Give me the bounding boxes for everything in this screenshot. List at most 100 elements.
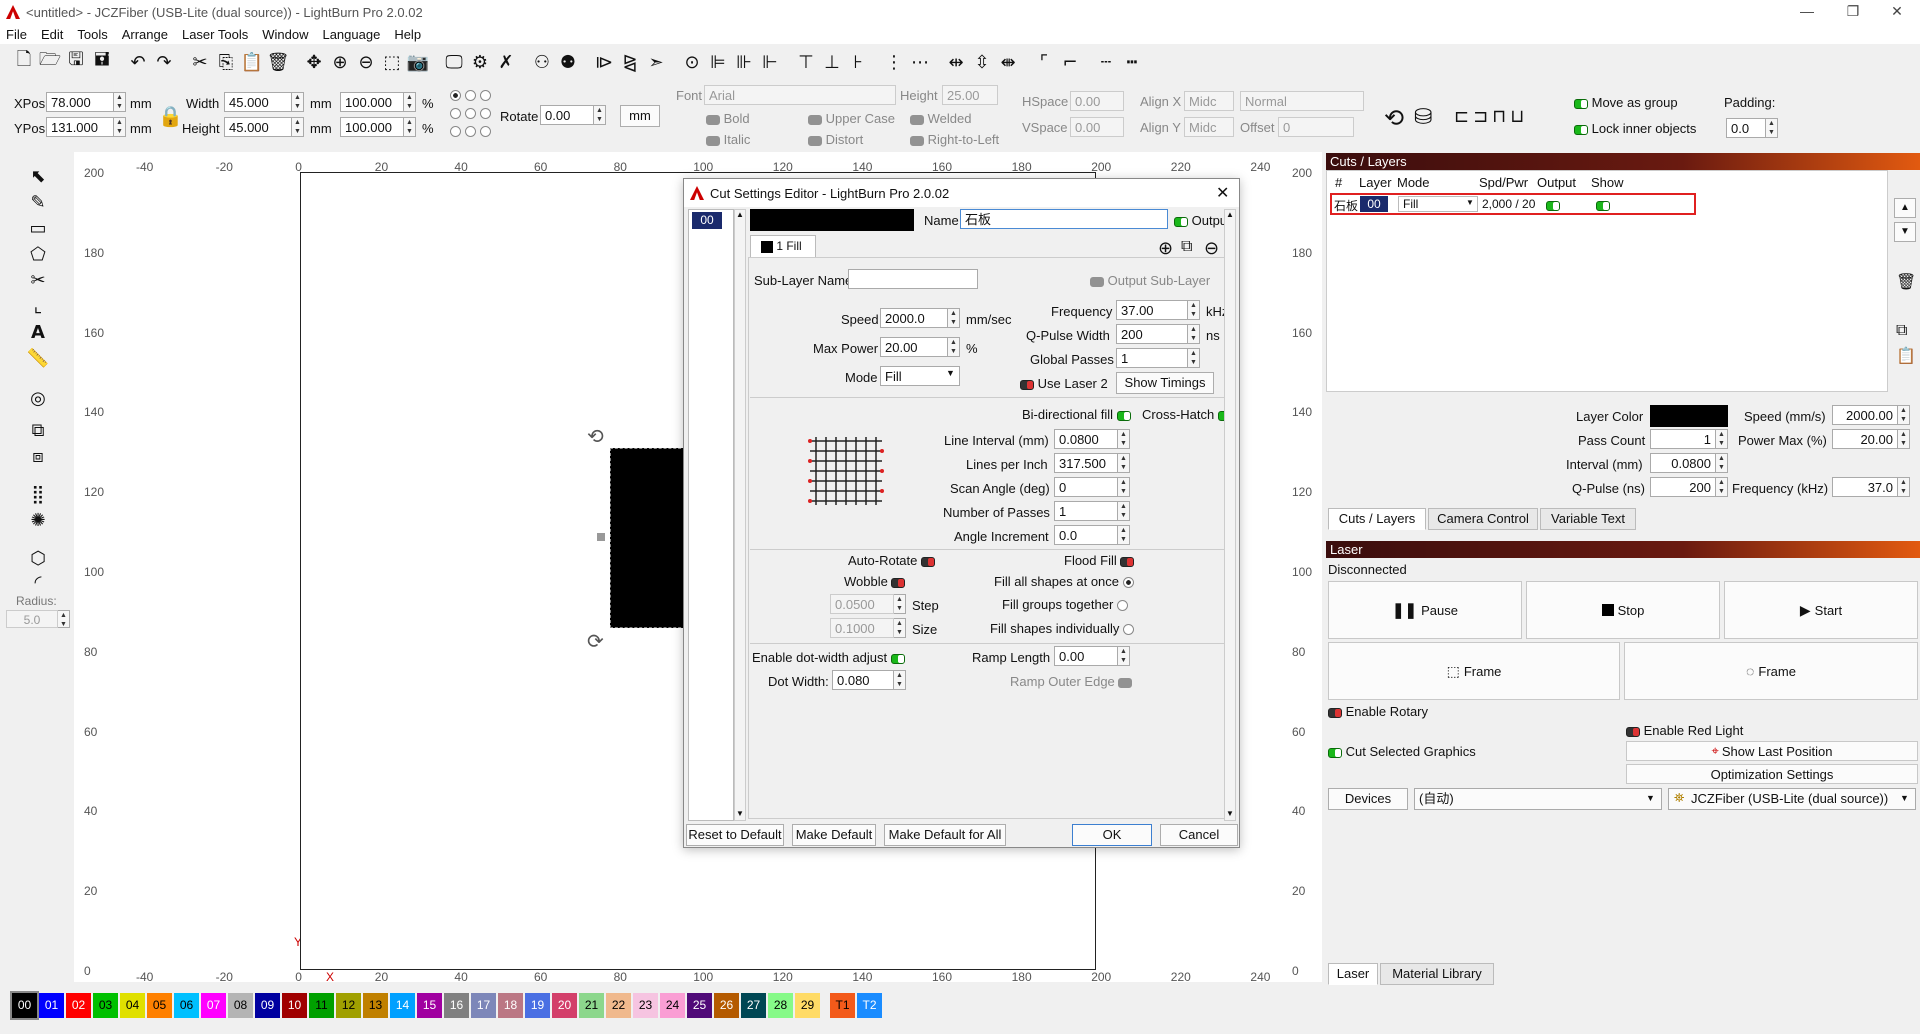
angle-increment-input[interactable]: 0.0 — [1054, 525, 1118, 545]
wobble-size-input[interactable]: 0.1000 — [830, 618, 894, 638]
palette-swatch-17[interactable]: 17 — [471, 993, 496, 1018]
edit-nodes-icon[interactable]: ✎ — [26, 192, 50, 214]
palette-swatch-19[interactable]: 19 — [525, 993, 550, 1018]
copy-sublayer-icon[interactable]: ⧉ — [1181, 238, 1192, 256]
rotate-spinner[interactable]: ▲ ▼ — [594, 105, 606, 125]
palette-swatch-18[interactable]: 18 — [498, 993, 523, 1018]
layer-list[interactable]: 00 — [688, 209, 734, 821]
palette-swatch-22[interactable]: 22 — [606, 993, 631, 1018]
rotate-input[interactable]: 0.00 — [540, 105, 594, 125]
layer-row[interactable]: 石板 00 Fill ▼ 2,000 / 20 — [1330, 193, 1696, 215]
cylinder-icon[interactable]: ⛁ — [1414, 104, 1432, 130]
target-icon[interactable]: ⊙ — [680, 49, 704, 75]
zoom-out-icon[interactable]: ⊖ — [354, 49, 378, 75]
palette-swatch-T2[interactable]: T2 — [857, 993, 882, 1018]
tab-variable-text[interactable]: Variable Text — [1540, 508, 1636, 530]
reset-default-button[interactable]: Reset to Default — [686, 824, 784, 846]
align-middle-icon[interactable]: ⊥ — [820, 49, 844, 75]
layer-row-output-toggle[interactable] — [1546, 197, 1560, 212]
dialog-close-icon[interactable]: ✕ — [1216, 183, 1229, 203]
vspace-input[interactable]: 0.00 — [1070, 117, 1124, 137]
frequency-spinner[interactable]: ▲ ▼ — [1188, 300, 1200, 320]
corner-select-icon[interactable]: ⌜ — [1032, 49, 1056, 75]
tab-laser[interactable]: Laser — [1328, 963, 1378, 985]
stop-button[interactable]: Stop — [1526, 581, 1720, 639]
tab-cuts-layers[interactable]: Cuts / Layers — [1328, 508, 1426, 530]
ramp-length-spinner[interactable]: ▲ ▼ — [1118, 646, 1130, 666]
close-button[interactable]: ✕ — [1874, 0, 1920, 24]
save-icon[interactable]: 🖫 — [64, 49, 88, 75]
name-input[interactable]: 石板 — [960, 209, 1168, 229]
palette-swatch-29[interactable]: 29 — [795, 993, 820, 1018]
align-right-icon[interactable]: ⊩ — [758, 49, 782, 75]
palette-swatch-T1[interactable]: T1 — [830, 993, 855, 1018]
palette-swatch-07[interactable]: 07 — [201, 993, 226, 1018]
copy-icon[interactable]: ⎘ — [214, 49, 238, 75]
speed-mms-input[interactable]: 2000.00 — [1832, 405, 1898, 425]
height-input[interactable]: 45.000 — [224, 117, 292, 137]
rotary-icon[interactable]: ⟲ — [1384, 104, 1404, 133]
xpos-spinner[interactable]: ▲ ▼ — [114, 92, 126, 112]
port-select[interactable]: (自动) — [1414, 788, 1662, 810]
weld-icon[interactable]: ⧉ — [26, 420, 50, 442]
power-max-input[interactable]: 20.00 — [1832, 429, 1898, 449]
palette-swatch-11[interactable]: 11 — [309, 993, 334, 1018]
padding-spinner[interactable]: ▲ ▼ — [1766, 118, 1778, 138]
mode-dropdown-icon[interactable]: ▼ — [946, 368, 955, 378]
flood-fill-toggle[interactable]: Flood Fill — [1064, 553, 1135, 568]
align-x-select[interactable]: Midc — [1184, 91, 1234, 111]
ok-button[interactable]: OK — [1072, 824, 1152, 846]
palette-swatch-03[interactable]: 03 — [93, 993, 118, 1018]
tab-material-library[interactable]: Material Library — [1380, 963, 1494, 985]
settings-icon[interactable]: ⚙ — [468, 49, 492, 75]
enable-red-light-toggle[interactable]: Enable Red Light — [1626, 723, 1743, 738]
offset-input[interactable]: 0 — [1278, 117, 1354, 137]
redo-icon[interactable]: ↷ — [152, 49, 176, 75]
tab-camera-control[interactable]: Camera Control — [1428, 508, 1538, 530]
speed-input[interactable]: 2000.0 — [880, 308, 948, 328]
line-interval-input[interactable]: 0.0800 — [1054, 429, 1118, 449]
fill-all-radio[interactable]: Fill all shapes at once — [994, 574, 1134, 589]
sublayer-tab[interactable]: 1 Fill — [750, 235, 816, 257]
show-timings-button[interactable]: Show Timings — [1116, 372, 1214, 394]
lpi-input[interactable]: 317.500 — [1054, 453, 1118, 473]
palette-swatch-20[interactable]: 20 — [552, 993, 577, 1018]
cut-selected-toggle[interactable]: Cut Selected Graphics — [1328, 744, 1476, 759]
rtl-toggle[interactable]: Right-to-Left — [910, 132, 999, 147]
rotate-handle-bottom-icon[interactable]: ⟳ — [587, 629, 604, 654]
step-icon[interactable]: ⌐ — [1058, 49, 1082, 75]
ypos-spinner[interactable]: ▲ ▼ — [114, 117, 126, 137]
hspace-input[interactable]: 0.00 — [1070, 91, 1124, 111]
lock-icon[interactable]: 🔒 — [158, 104, 183, 129]
wobble-toggle[interactable]: Wobble — [844, 574, 906, 589]
maximize-button[interactable]: ❐ — [1830, 0, 1876, 24]
show-last-position-button[interactable]: ⌖ Show Last Position — [1626, 741, 1918, 761]
menu-laser-tools[interactable]: Laser Tools — [182, 27, 248, 42]
menu-file[interactable]: File — [6, 27, 27, 42]
enable-rotary-toggle[interactable]: Enable Rotary — [1328, 704, 1428, 719]
make-same-height-icon[interactable]: ⇳ — [970, 49, 994, 75]
palette-swatch-05[interactable]: 05 — [147, 993, 172, 1018]
frequency-khz-spinner[interactable]: ▲ ▼ — [1898, 477, 1910, 497]
bold-toggle[interactable]: Bold — [706, 111, 750, 126]
palette-swatch-10[interactable]: 10 — [282, 993, 307, 1018]
dotted-line2-icon[interactable]: ┅ — [1120, 49, 1144, 75]
move-layer-down-icon[interactable]: ▼ — [1894, 222, 1916, 242]
speed-mms-spinner[interactable]: ▲ ▼ — [1898, 405, 1910, 425]
palette-swatch-04[interactable]: 04 — [120, 993, 145, 1018]
port-dropdown-icon[interactable]: ▼ — [1646, 793, 1655, 803]
menu-window[interactable]: Window — [262, 27, 308, 42]
scale-width-input[interactable]: 100.000 — [340, 92, 404, 112]
devices-button[interactable]: Devices — [1328, 788, 1408, 810]
palette-swatch-26[interactable]: 26 — [714, 993, 739, 1018]
rectangle-icon[interactable]: ▭ — [26, 218, 50, 240]
unit-toggle-button[interactable]: mm — [620, 105, 660, 127]
bidirectional-fill-toggle[interactable]: Bi-directional fill — [1022, 407, 1131, 422]
chamfer-icon[interactable]: ◜ — [26, 572, 50, 594]
palette-swatch-27[interactable]: 27 — [741, 993, 766, 1018]
palette-swatch-06[interactable]: 06 — [174, 993, 199, 1018]
menu-tools[interactable]: Tools — [77, 27, 107, 42]
palette-swatch-23[interactable]: 23 — [633, 993, 658, 1018]
dotted-line-icon[interactable]: ┄ — [1094, 49, 1118, 75]
layer-color-swatch[interactable] — [750, 209, 914, 231]
